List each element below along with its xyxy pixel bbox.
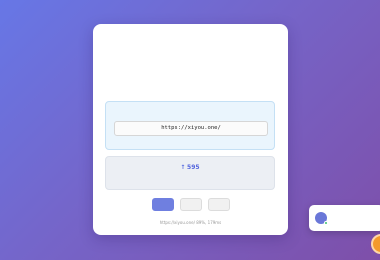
url-panel: https://xiyou.one/ (105, 101, 275, 150)
visit-stats-panel: ↑ 595 (105, 156, 275, 190)
url-field[interactable]: https://xiyou.one/ (114, 121, 268, 136)
chat-fab-button[interactable] (371, 234, 380, 254)
visit-count: 595 (187, 164, 200, 171)
tertiary-button[interactable] (207, 198, 230, 211)
primary-button[interactable] (151, 198, 174, 211)
notification-toast[interactable] (309, 205, 380, 231)
online-status-dot (324, 221, 328, 225)
secondary-button[interactable] (179, 198, 202, 211)
main-card: https://xiyou.one/ ↑ 595 https://xiyou.o… (93, 24, 288, 235)
action-buttons (93, 198, 288, 211)
up-arrow-icon: ↑ (180, 164, 186, 171)
status-footer: https://xiyou.one/ 89%, 179ms (159, 220, 222, 225)
visit-count-line: ↑ 595 (106, 164, 274, 171)
